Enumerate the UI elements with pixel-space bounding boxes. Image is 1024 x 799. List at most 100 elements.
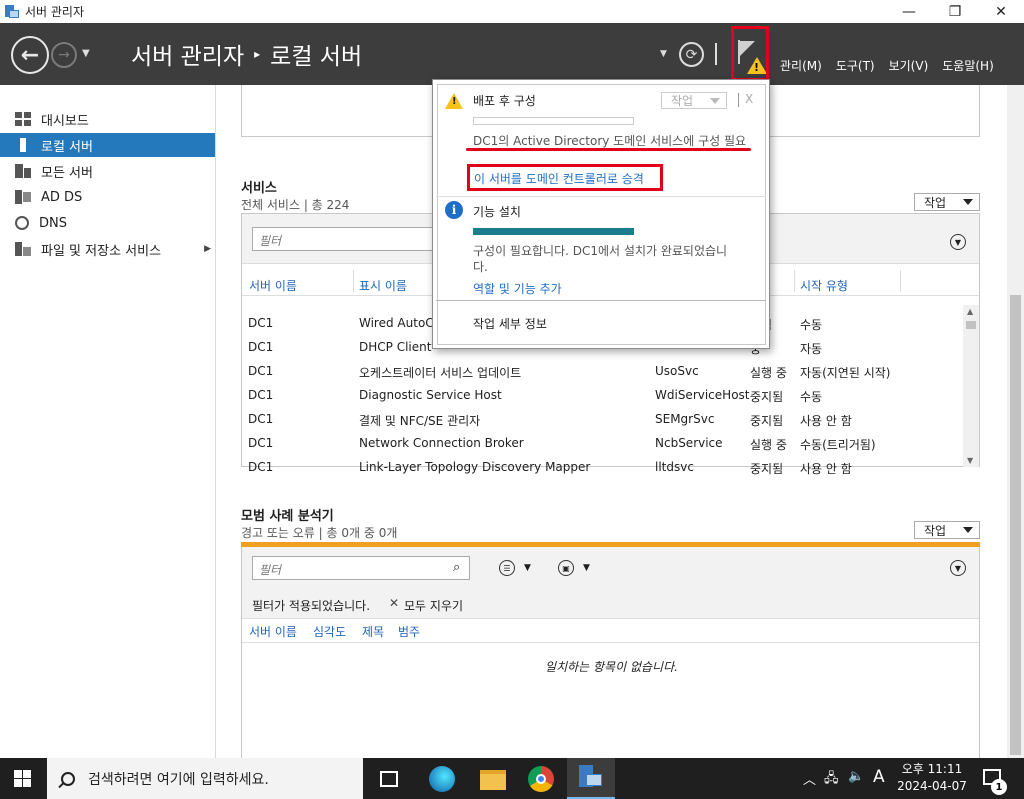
red-underline-annotation <box>466 148 751 151</box>
expand-chevron-icon[interactable]: ▼ <box>950 234 966 250</box>
back-button[interactable]: ← <box>11 36 49 74</box>
cell-server: DC1 <box>248 316 274 330</box>
task-details-link[interactable]: 작업 세부 정보 <box>473 315 547 332</box>
taskbar-server-manager[interactable] <box>567 758 615 799</box>
edge-icon[interactable] <box>429 766 455 792</box>
main-scrollbar[interactable] <box>1007 85 1024 758</box>
menu-view[interactable]: 보기(V) <box>889 57 929 74</box>
cell-startup-type: 수동 <box>800 318 823 332</box>
clock[interactable]: 오후 11:11 2024-04-07 <box>897 761 967 795</box>
cell-display-name: Link-Layer Topology Discovery Mapper <box>359 460 591 474</box>
title-bar: 서버 관리자 — ❐ ✕ <box>0 0 1024 23</box>
breadcrumb-separator-icon: ▸ <box>254 47 261 61</box>
cell-server: DC1 <box>248 340 274 354</box>
chrome-icon[interactable] <box>528 766 554 792</box>
popup-divider <box>436 196 766 197</box>
bpa-task-button[interactable]: 작업 <box>914 521 980 539</box>
dns-icon <box>15 216 29 230</box>
minimize-button[interactable]: — <box>886 0 932 23</box>
caret-down-icon <box>963 527 973 533</box>
col-title[interactable]: 제목 <box>362 623 384 640</box>
taskbar-search[interactable]: 검색하려면 여기에 입력하세요. <box>47 758 363 799</box>
search-icon[interactable]: ⌕ <box>453 560 460 575</box>
save-query-icon[interactable]: ▣ <box>558 560 574 576</box>
breadcrumb-dropdown-icon[interactable]: ▼ <box>660 49 667 59</box>
cell-startup-type: 자동 <box>800 342 823 356</box>
sidebar-item-local-server[interactable]: 로컬 서버 <box>0 133 215 157</box>
clear-all-link[interactable]: 모두 지우기 <box>404 597 463 614</box>
cell-service-name: NcbService <box>655 436 723 450</box>
ime-indicator[interactable]: A <box>873 767 885 787</box>
refresh-icon: ⟳ <box>685 46 698 63</box>
cell-server: DC1 <box>248 436 274 450</box>
menu-tools[interactable]: 도구(T) <box>836 57 875 74</box>
col-display-name[interactable]: 표시 이름 <box>359 277 407 294</box>
task-button-label: 작업 <box>924 195 947 210</box>
expand-chevron-icon[interactable]: ▼ <box>950 560 966 576</box>
feature-install-message-line1: 구성이 필요합니다. DC1에서 설치가 완료되었습니 <box>473 244 728 258</box>
cell-startup-type: 사용 안 함 <box>800 414 852 428</box>
caret-down-icon[interactable]: ▼ <box>524 563 531 573</box>
notification-count-badge: 1 <box>991 779 1007 795</box>
sidebar-item-file-storage[interactable]: 파일 및 저장소 서비스 ▶ <box>0 237 215 261</box>
cell-startup-type: 자동(지연된 시작) <box>800 366 891 380</box>
filter-options-icon[interactable]: ☰ <box>499 560 515 576</box>
all-servers-icon <box>15 164 31 178</box>
sidebar-item-all-servers[interactable]: 모든 서버 <box>0 159 215 183</box>
sidebar-item-label: 모든 서버 <box>41 165 93 181</box>
dashboard-icon <box>15 112 31 126</box>
services-scrollbar-thumb[interactable] <box>966 321 976 329</box>
menu-manage[interactable]: 관리(M) <box>780 57 822 74</box>
col-server-name[interactable]: 서버 이름 <box>249 623 297 640</box>
file-explorer-icon[interactable] <box>480 770 506 790</box>
sidebar-item-label: 파일 및 저장소 서비스 <box>41 243 162 259</box>
post-deploy-progress-bar <box>473 117 634 125</box>
notification-highlight-box <box>731 26 769 81</box>
local-server-icon <box>15 138 31 152</box>
header-bar: ← → ▼ 서버 관리자 ▸ 로컬 서버 ▼ ⟳ 관리(M) 도구(T) 보기(… <box>0 23 1024 85</box>
start-button[interactable] <box>14 770 32 788</box>
history-dropdown-icon[interactable]: ▼ <box>82 48 90 59</box>
cell-service-name: UsoSvc <box>655 364 699 378</box>
refresh-button[interactable]: ⟳ <box>679 42 704 67</box>
col-server-name[interactable]: 서버 이름 <box>249 277 297 294</box>
menu-help[interactable]: 도움말(H) <box>942 57 994 74</box>
col-category[interactable]: 범주 <box>398 623 420 640</box>
bpa-filter-input[interactable]: 필터 <box>252 556 470 580</box>
network-icon[interactable]: 🖧 <box>824 769 839 791</box>
popup-task-button: 작업 <box>661 92 727 109</box>
caret-down-icon[interactable]: ▼ <box>583 563 590 573</box>
arrow-right-icon: → <box>58 47 70 63</box>
volume-muted-icon[interactable]: 🔈 <box>848 769 864 784</box>
file-storage-icon <box>15 242 31 256</box>
bpa-panel: 필터 ⌕ ☰ ▼ ▣ ▼ ▼ 필터가 적용되었습니다. ✕ 모두 지우기 서버 … <box>241 547 980 758</box>
add-roles-link[interactable]: 역할 및 기능 추가 <box>473 280 562 297</box>
forward-button[interactable]: → <box>51 42 77 68</box>
restore-button[interactable]: ❐ <box>932 0 978 23</box>
cell-status: 중지됨 <box>750 462 784 476</box>
sidebar-item-label: DNS <box>39 215 67 231</box>
breadcrumb-root[interactable]: 서버 관리자 <box>131 37 244 71</box>
tray-chevron-icon[interactable]: ︿ <box>803 769 816 788</box>
sidebar-item-ad-ds[interactable]: AD DS <box>0 185 215 209</box>
scroll-down-icon[interactable]: ▼ <box>967 456 973 465</box>
cell-service-name: WdiServiceHost <box>655 388 750 402</box>
cell-server: DC1 <box>248 460 274 474</box>
task-view-icon[interactable] <box>380 771 398 787</box>
feature-install-title: 기능 설치 <box>473 205 521 219</box>
col-startup-type[interactable]: 시작 유형 <box>800 277 848 294</box>
cell-status: 중지됨 <box>750 390 784 404</box>
empty-message: 일치하는 항목이 없습니다. <box>545 660 678 674</box>
cell-display-name: Wired AutoCo <box>359 316 442 330</box>
services-task-button[interactable]: 작업 <box>914 193 980 211</box>
main-scrollbar-thumb[interactable] <box>1010 295 1021 755</box>
services-scrollbar[interactable]: ▲ ▼ <box>963 305 979 467</box>
filter-applied-text: 필터가 적용되었습니다. <box>252 599 371 613</box>
scroll-up-icon[interactable]: ▲ <box>967 307 973 316</box>
col-severity[interactable]: 심각도 <box>313 623 346 640</box>
sidebar-item-dashboard[interactable]: 대시보드 <box>0 107 215 131</box>
close-button[interactable]: ✕ <box>978 0 1024 23</box>
clear-all-icon[interactable]: ✕ <box>389 596 399 610</box>
sidebar-item-dns[interactable]: DNS <box>0 211 215 235</box>
task-button-label: 작업 <box>671 94 694 108</box>
